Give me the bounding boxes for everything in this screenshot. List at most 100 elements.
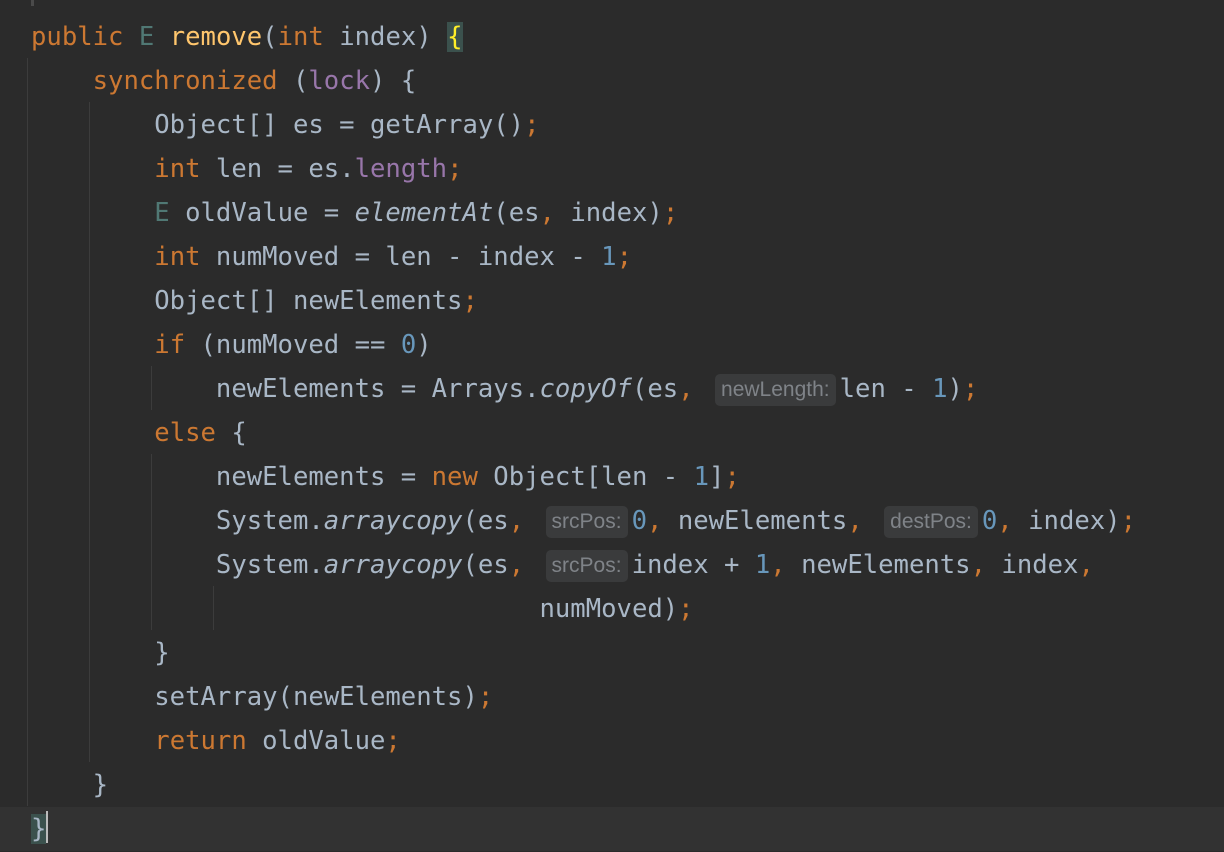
code-token: ] (709, 462, 725, 492)
code-token: , (508, 506, 525, 536)
code-token: , (646, 506, 663, 536)
code-token: Object[] es = getArray() (31, 110, 525, 140)
code-token: ) { (370, 66, 417, 96)
code-line[interactable]: setArray(newElements); (0, 675, 1224, 719)
code-token: if (154, 330, 186, 360)
code-line[interactable]: synchronized (lock) { (0, 59, 1224, 103)
code-token: 1 (693, 462, 710, 492)
code-token: elementAt (354, 198, 494, 228)
code-line[interactable]: int len = es.length; (0, 147, 1224, 191)
code-token: , (508, 550, 525, 580)
code-line[interactable]: public E remove(int index) { (0, 15, 1224, 59)
code-token: , (1078, 550, 1094, 580)
code-line[interactable]: newElements = new Object[len - 1]; (0, 455, 1224, 499)
code-token: (es (493, 198, 540, 228)
code-token: , (678, 374, 694, 404)
code-token: Object[len - (477, 462, 694, 492)
code-line[interactable]: } (0, 631, 1224, 675)
code-line[interactable]: int numMoved = len - index - 1; (0, 235, 1224, 279)
code-token: newElements (662, 506, 848, 536)
code-line[interactable]: } (0, 807, 1224, 851)
code-token: lock (308, 66, 371, 96)
code-line[interactable]: } (0, 763, 1224, 807)
code-token: arraycopy (323, 550, 463, 580)
code-token: System. (31, 506, 324, 536)
code-token: ( (262, 22, 278, 52)
code-line[interactable]: return oldValue; (0, 719, 1224, 763)
code-token: { (447, 22, 463, 52)
code-token: 0 (400, 330, 417, 360)
code-line[interactable]: newElements = Arrays.copyOf(es, newLengt… (0, 367, 1224, 411)
code-token: , (539, 198, 555, 228)
code-token: ; (524, 110, 540, 140)
code-token: remove (169, 22, 263, 52)
code-token: } (31, 638, 170, 668)
code-token: ; (447, 154, 463, 184)
scroll-marker (31, 0, 34, 6)
code-token: ; (616, 242, 632, 272)
code-token: oldValue = (169, 198, 355, 228)
code-token: E (154, 198, 170, 228)
code-token: ; (662, 198, 679, 228)
code-line[interactable]: else { (0, 411, 1224, 455)
code-token: { (215, 418, 247, 448)
code-token: (numMoved == (185, 330, 401, 360)
code-token: numMoved) (31, 594, 679, 624)
parameter-hint: newLength: (715, 374, 836, 406)
code-line[interactable]: E oldValue = elementAt(es, index); (0, 191, 1224, 235)
code-token: ; (724, 462, 740, 492)
code-token: length (354, 154, 448, 184)
code-token: int (154, 154, 201, 184)
code-token: Object[] newElements (31, 286, 463, 316)
code-token: index (986, 550, 1079, 580)
code-line[interactable]: System.arraycopy(es, srcPos: 0, newElemen… (0, 499, 1224, 543)
code-token: System. (31, 550, 324, 580)
code-token: arraycopy (323, 506, 463, 536)
code-token: return (154, 726, 247, 756)
code-token: len - (839, 374, 933, 404)
code-token: setArray(newElements) (31, 682, 478, 712)
code-token: E (138, 22, 155, 52)
code-token: 0 (631, 506, 647, 536)
code-token: newElements (785, 550, 971, 580)
code-line[interactable]: numMoved); (0, 587, 1224, 631)
code-token: len = es. (200, 154, 355, 184)
code-token: synchronized (92, 66, 278, 96)
code-token: , (970, 550, 987, 580)
code-token: ) (416, 330, 432, 360)
code-token: , (847, 506, 863, 536)
code-token: 1 (754, 550, 771, 580)
parameter-hint: destPos: (884, 506, 978, 538)
code-token: ( (277, 66, 309, 96)
code-token: int (277, 22, 324, 52)
code-token: public (31, 22, 124, 52)
code-token: ; (385, 726, 401, 756)
parameter-hint: srcPos: (545, 506, 628, 538)
code-line[interactable]: Object[] es = getArray(); (0, 103, 1224, 147)
code-token: ; (477, 682, 494, 712)
code-line[interactable]: if (numMoved == 0) (0, 323, 1224, 367)
code-token: (es (631, 374, 679, 404)
code-token: , (997, 506, 1013, 536)
code-token: copyOf (539, 374, 632, 404)
code-token: else (154, 418, 216, 448)
code-token: int (154, 242, 201, 272)
code-token: 1 (601, 242, 617, 272)
code-token: index + (631, 550, 755, 580)
code-editor[interactable]: public E remove(int index) { synchronize… (0, 0, 1224, 852)
code-line[interactable]: Object[] newElements; (0, 279, 1224, 323)
text-caret (46, 811, 49, 843)
code-token: ; (678, 594, 694, 624)
code-token: 1 (932, 374, 948, 404)
code-line[interactable]: System.arraycopy(es, srcPos: index + 1, n… (0, 543, 1224, 587)
code-token: 0 (981, 506, 998, 536)
